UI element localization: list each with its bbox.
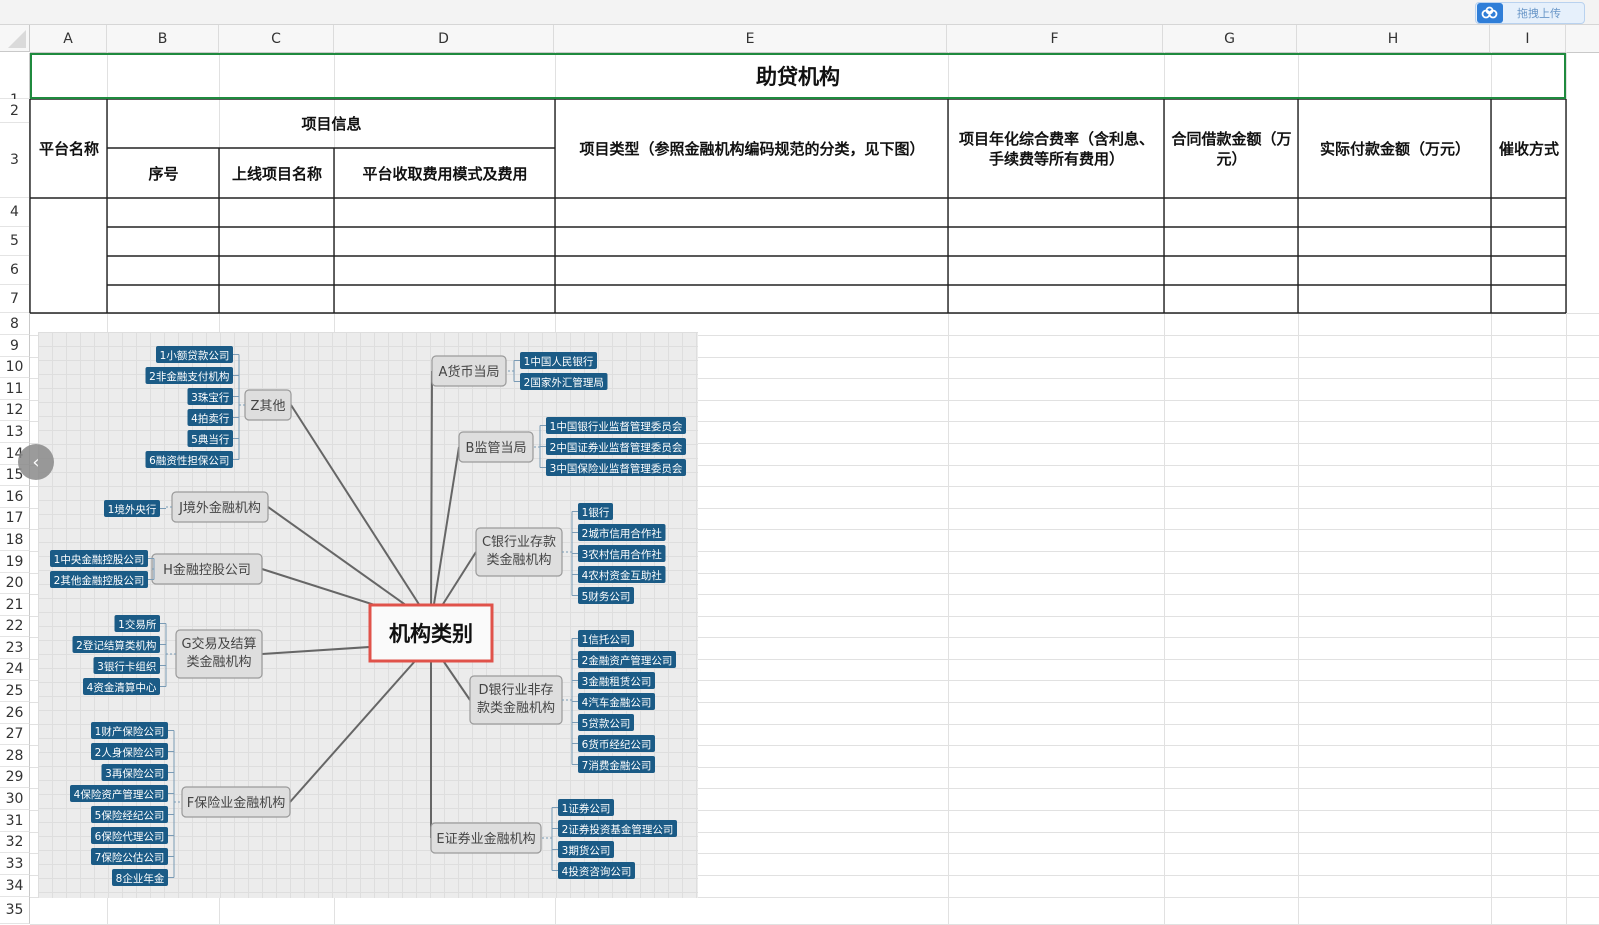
branch-label: B监管当局 xyxy=(466,441,527,456)
leaf-label: 6保险代理公司 xyxy=(95,830,165,843)
branch-label: G交易及结算 xyxy=(181,636,256,652)
leaf-label: 5典当行 xyxy=(191,433,230,446)
leaf-label: 3珠宝行 xyxy=(191,391,230,404)
mindmap-branch: F保险业金融机构 1财产保险公司 2人身保险公司 3再保险公司 4保险资产管理公司 5保险… xyxy=(70,722,291,886)
mindmap-branch: D银行业非存款类金融机构 1信托公司 2金融资产管理公司 3金融租赁公司 4汽车金融公司… xyxy=(469,630,676,773)
sheet-title-cell[interactable]: 助贷机构 xyxy=(30,53,1566,99)
leaf-label: 7保险公估公司 xyxy=(95,851,165,864)
leaf-label: 2金融资产管理公司 xyxy=(582,654,673,667)
leaf-label: 3银行卡组织 xyxy=(97,660,156,673)
leaf-label: 2非金融支付机构 xyxy=(149,370,229,383)
chevron-left-icon: ‹ xyxy=(32,451,40,473)
branch-label: H金融控股公司 xyxy=(163,562,251,578)
header-actual-amount[interactable]: 实际付款金额（万元） xyxy=(1299,100,1491,198)
branch-label: C银行业存款 xyxy=(482,535,556,550)
branch-label: D银行业非存 xyxy=(478,683,553,698)
leaf-label: 4拍卖行 xyxy=(191,412,230,425)
leaf-label: 6融资性担保公司 xyxy=(149,454,229,467)
leaf-label: 8企业年金 xyxy=(116,872,165,885)
leaf-label: 1信托公司 xyxy=(582,633,631,646)
branch-label: 类金融机构 xyxy=(486,552,551,568)
branch-label: 类金融机构 xyxy=(186,654,251,670)
leaf-label: 1中国人民银行 xyxy=(524,355,594,368)
leaf-label: 3中国保险业监督管理委员会 xyxy=(550,462,683,475)
leaf-label: 6货币经纪公司 xyxy=(582,738,652,751)
leaf-label: 7消费金融公司 xyxy=(582,759,652,772)
leaf-label: 2中国证券业监督管理委员会 xyxy=(550,441,683,454)
mindmap-branch: H金融控股公司 1中央金融控股公司 2其他金融控股公司 xyxy=(50,550,263,588)
branch-label: Z其他 xyxy=(251,399,286,414)
mindmap-canvas: Z其他 1小额贷款公司 2非金融支付机构 3珠宝行 4拍卖行 5典当行 6融资性担保公司 J境… xyxy=(50,346,686,886)
leaf-label: 3再保险公司 xyxy=(105,767,164,780)
mindmap-branch: J境外金融机构 1境外央行 xyxy=(104,491,269,523)
leaf-label: 2其他金融控股公司 xyxy=(54,574,145,587)
header-serial-no[interactable]: 序号 xyxy=(108,149,219,198)
leaf-label: 5财务公司 xyxy=(582,590,631,603)
leaf-label: 3期货公司 xyxy=(562,844,611,857)
header-fee-mode[interactable]: 平台收取费用模式及费用 xyxy=(335,149,555,198)
leaf-label: 1小额贷款公司 xyxy=(160,349,230,362)
leaf-label: 1银行 xyxy=(582,506,610,519)
leaf-label: 2城市信用合作社 xyxy=(582,527,663,540)
branch-connector xyxy=(289,642,432,803)
header-project-info[interactable]: 项目信息 xyxy=(108,100,555,148)
header-collection[interactable]: 催收方式 xyxy=(1492,100,1566,198)
branch-label: E证券业金融机构 xyxy=(436,831,535,847)
branch-connector xyxy=(430,370,433,624)
leaf-label: 4投资咨询公司 xyxy=(562,865,632,878)
leaf-label: 3金融租赁公司 xyxy=(582,675,652,688)
header-annual-rate[interactable]: 项目年化综合费率（含利息、手续费等所有费用） xyxy=(949,100,1164,198)
leaf-label: 2国家外汇管理局 xyxy=(524,376,604,389)
header-project-name[interactable]: 上线项目名称 xyxy=(220,149,334,198)
leaf-label: 4农村资金互助社 xyxy=(582,569,663,582)
mindmap-center: 机构类别 xyxy=(368,603,494,663)
header-project-type[interactable]: 项目类型（参照金融机构编码规范的分类，见下图） xyxy=(556,100,948,198)
mindmap-branch: B监管当局 1中国银行业监督管理委员会 2中国证券业监督管理委员会 3中国保险业监督管… xyxy=(458,417,686,476)
mindmap-image[interactable]: Z其他 1小额贷款公司 2非金融支付机构 3珠宝行 4拍卖行 5典当行 6融资性担保公司 J境… xyxy=(38,332,698,898)
mindmap-branch: A货币当局 1中国人民银行 2国家外汇管理局 xyxy=(431,352,608,390)
leaf-label: 5贷款公司 xyxy=(582,717,631,730)
branch-label: A货币当局 xyxy=(439,364,500,380)
leaf-label: 1证券公司 xyxy=(562,802,611,815)
branch-connector xyxy=(290,404,432,624)
branch-connector xyxy=(430,446,460,624)
leaf-label: 2登记结算类机构 xyxy=(76,639,156,652)
leaf-label: 2证券投资基金管理公司 xyxy=(562,823,674,836)
leaf-label: 1财产保险公司 xyxy=(95,725,165,738)
header-contract-amount[interactable]: 合同借款金额（万元） xyxy=(1165,100,1298,198)
leaf-label: 4资金清算中心 xyxy=(87,681,157,694)
header-platform-name[interactable]: 平台名称 xyxy=(31,100,107,198)
branch-label: J境外金融机构 xyxy=(178,500,261,516)
leaf-label: 2人身保险公司 xyxy=(95,746,165,759)
leaf-label: 1交易所 xyxy=(118,618,157,631)
mindmap-branch: Z其他 1小额贷款公司 2非金融支付机构 3珠宝行 4拍卖行 5典当行 6融资性担保公司 xyxy=(145,346,292,468)
leaf-label: 1境外央行 xyxy=(108,503,157,516)
mindmap-branch: G交易及结算类金融机构 1交易所 2登记结算类机构 3银行卡组织 4资金清算中心 xyxy=(72,615,263,695)
center-label: 机构类别 xyxy=(389,622,473,646)
branch-label: F保险业金融机构 xyxy=(187,795,285,811)
leaf-label: 4汽车金融公司 xyxy=(582,696,652,709)
scroll-left-button[interactable]: ‹ xyxy=(18,444,54,480)
sheet-title: 助贷机构 xyxy=(756,65,840,89)
leaf-label: 3农村信用合作社 xyxy=(582,548,663,561)
leaf-label: 5保险经纪公司 xyxy=(95,809,165,822)
mindmap-branch: E证券业金融机构 1证券公司 2证券投资基金管理公司 3期货公司 4投资咨询公司 xyxy=(430,799,677,879)
mindmap-branch: C银行业存款类金融机构 1银行 2城市信用合作社 3农村信用合作社 4农村资金互助社 5财… xyxy=(475,503,666,604)
leaf-label: 4保险资产管理公司 xyxy=(74,788,165,801)
leaf-label: 1中央金融控股公司 xyxy=(54,553,145,566)
leaf-label: 1中国银行业监督管理委员会 xyxy=(550,420,683,433)
branch-label: 款类金融机构 xyxy=(477,700,555,716)
